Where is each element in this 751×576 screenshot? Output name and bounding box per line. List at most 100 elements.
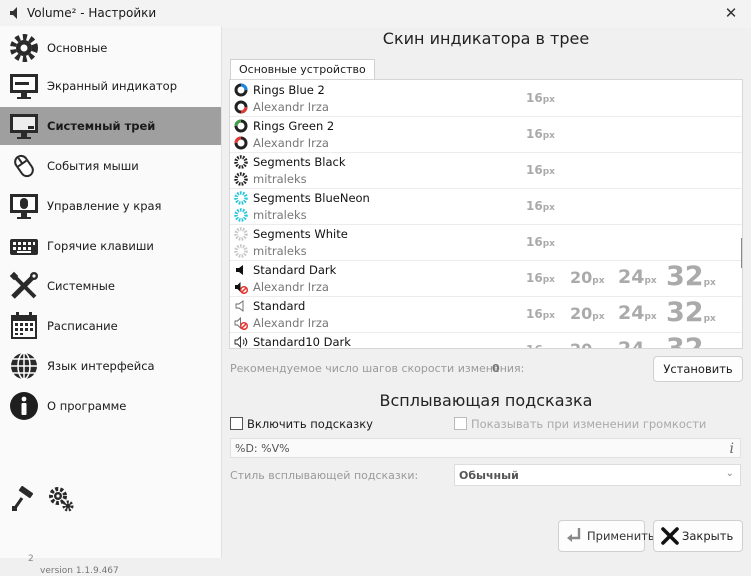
- segments-black-icon: [234, 172, 248, 186]
- skin-author: Alexandr Irza: [253, 280, 329, 294]
- list-item[interactable]: Segments BlueNeon mitraleks 16px: [230, 188, 742, 225]
- checkbox-box[interactable]: [454, 417, 467, 430]
- ring-green-icon: [234, 119, 248, 133]
- skin-author: Alexandr Irza: [253, 316, 329, 330]
- skin-list[interactable]: Rings Blue 2 Alexandr Irza 16px Rings Gr…: [229, 79, 743, 349]
- sidebar-item-edge-control[interactable]: Управление у края: [0, 187, 221, 225]
- size-16: 16px: [526, 307, 555, 321]
- install-button[interactable]: Установить: [653, 356, 743, 382]
- size-20: 20px: [570, 304, 605, 323]
- speaker-muted-icon: [234, 316, 248, 330]
- list-scrollbar[interactable]: [741, 238, 742, 268]
- speaker-waves-icon: [234, 335, 248, 348]
- gear-icon: [10, 34, 38, 62]
- size-16: 16px: [526, 163, 555, 177]
- list-item[interactable]: Standard10 Dark 16px 20px 24px 32px: [230, 332, 742, 349]
- skin-name: Segments BlueNeon: [253, 191, 370, 205]
- skin-author: mitraleks: [253, 208, 307, 222]
- format-info-icon[interactable]: i: [730, 439, 734, 459]
- skin-name: Standard: [253, 299, 306, 313]
- apply-arrow-icon: [567, 528, 581, 542]
- calendar-icon: [11, 312, 37, 339]
- size-24: 24px: [618, 338, 645, 349]
- tooltip-style-value: Обычный: [459, 469, 519, 482]
- sidebar-item-tray[interactable]: Системный трей: [0, 107, 221, 145]
- size-20: 20px: [570, 268, 605, 287]
- sidebar-item-schedule[interactable]: Расписание: [0, 307, 221, 345]
- skin-name: Standard Dark: [253, 263, 337, 277]
- sidebar-item-label: Горячие клавиши: [47, 239, 154, 253]
- window-close-button[interactable]: ✕: [716, 2, 746, 24]
- size-16: 16px: [526, 91, 555, 105]
- speaker-light-icon: [235, 300, 244, 312]
- size-32: 32px: [666, 261, 716, 292]
- segments-white-icon: [234, 227, 248, 241]
- size-16: 16px: [526, 343, 555, 348]
- size-16: 16px: [526, 271, 555, 285]
- segments-neon-icon: [234, 191, 248, 205]
- checkbox-box[interactable]: [230, 417, 243, 430]
- list-item[interactable]: Segments White mitraleks 16px: [230, 224, 742, 261]
- sidebar-item-label: Основные: [47, 41, 108, 55]
- list-item[interactable]: Standard Alexandr Irza 16px 20px 24px 32…: [230, 296, 742, 333]
- tooltip-style-select[interactable]: Обычный ⌄: [454, 464, 741, 486]
- apply-button[interactable]: Применить: [558, 520, 655, 552]
- sidebar-item-label: Системные: [47, 279, 115, 293]
- sidebar-item-system[interactable]: Системные: [0, 267, 221, 305]
- close-x-icon: [661, 527, 679, 545]
- keyboard-icon: [10, 239, 38, 255]
- sidebar: Основные Экранный индикатор Системный тр…: [0, 26, 222, 576]
- steps-value: 0: [492, 362, 500, 375]
- sidebar-item-language[interactable]: Язык интерфейса: [0, 347, 221, 385]
- ring-red-icon: [234, 136, 248, 150]
- sidebar-item-general[interactable]: Основные: [0, 29, 221, 67]
- skin-name: Rings Blue 2: [253, 83, 325, 97]
- size-16: 16px: [526, 127, 555, 141]
- gears-icon[interactable]: [48, 486, 74, 512]
- list-item[interactable]: Segments Black mitraleks 16px: [230, 152, 742, 189]
- show-on-change-checkbox[interactable]: Показывать при изменении громкости: [454, 417, 706, 431]
- close-button[interactable]: Закрыть: [653, 520, 743, 552]
- apply-label: Применить: [587, 529, 655, 543]
- size-16: 16px: [526, 235, 555, 249]
- skin-author: Alexandr Irza: [253, 136, 329, 150]
- tooltip-format-input[interactable]: %D: %V% i: [230, 438, 741, 458]
- speaker-dark-icon: [236, 265, 243, 275]
- enable-tooltip-checkbox[interactable]: Включить подсказку: [230, 417, 373, 431]
- sidebar-item-osd[interactable]: Экранный индикатор: [0, 67, 221, 105]
- size-16: 16px: [526, 199, 555, 213]
- speaker-app-icon: [10, 7, 17, 19]
- monitor-mouse-icon: [10, 194, 38, 219]
- sidebar-item-label: Язык интерфейса: [47, 359, 155, 373]
- mouse-icon: [14, 154, 34, 178]
- sidebar-item-label: О программе: [47, 399, 127, 413]
- version-superscript: 2: [28, 554, 34, 564]
- monitor-tray-icon: [10, 114, 38, 139]
- paint-roller-icon[interactable]: [10, 486, 36, 512]
- sidebar-item-label: Расписание: [47, 319, 118, 333]
- sidebar-item-hotkeys[interactable]: Горячие клавиши: [0, 227, 221, 265]
- ring-blue-icon: [234, 83, 248, 97]
- list-item[interactable]: Standard Dark Alexandr Irza 16px 20px 24…: [230, 260, 742, 297]
- size-32: 32px: [666, 297, 716, 328]
- tab-main-device[interactable]: Основные устройство: [230, 59, 375, 80]
- sidebar-item-about[interactable]: О программе: [0, 387, 221, 425]
- globe-icon: [11, 352, 37, 380]
- sidebar-item-label: Управление у края: [47, 199, 162, 213]
- size-24: 24px: [618, 302, 657, 324]
- size-24: 24px: [618, 266, 657, 288]
- tooltip-style-label: Стиль всплывающей подсказки:: [230, 469, 419, 482]
- list-item[interactable]: Rings Blue 2 Alexandr Irza 16px: [230, 80, 742, 117]
- skin-author: mitraleks: [253, 244, 307, 258]
- list-item[interactable]: Rings Green 2 Alexandr Irza 16px: [230, 116, 742, 153]
- segments-white-icon: [234, 244, 248, 258]
- main-panel: Скин индикатора в трее Основные устройст…: [221, 26, 751, 558]
- monitor-icon: [10, 74, 38, 99]
- skin-name: Standard10 Dark: [253, 335, 351, 349]
- version-label: version 1.1.9.467: [40, 566, 119, 576]
- sidebar-item-mouse-events[interactable]: События мыши: [0, 147, 221, 185]
- info-icon: [10, 392, 38, 420]
- segments-black-icon: [234, 155, 248, 169]
- steps-label: Рекомендуемое число шагов скорости измен…: [230, 362, 525, 375]
- size-20: 20px: [570, 340, 605, 348]
